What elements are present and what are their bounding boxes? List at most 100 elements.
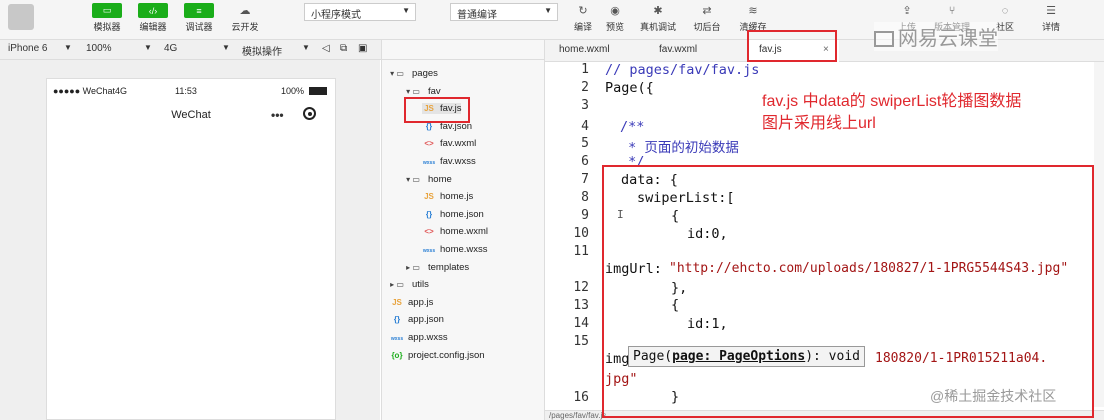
clearcache-button[interactable]: ≋ 清缓存: [738, 3, 768, 33]
tree-item-label: app.wxss: [408, 332, 448, 343]
tree-item[interactable]: {o} project.config.json: [390, 349, 485, 361]
line-number: 14: [573, 316, 589, 331]
tree-item-label: home: [428, 173, 452, 185]
chevron-down-icon: ▼: [402, 6, 410, 15]
mode-select[interactable]: 小程序模式 ▼: [304, 3, 416, 21]
preview-button[interactable]: ◉ 预览: [600, 3, 630, 33]
tree-item-label: utils: [412, 279, 429, 291]
line-number: 11: [573, 244, 589, 259]
tree-item[interactable]: ▸ ▭ templates: [402, 262, 469, 273]
line-number: 2: [581, 80, 589, 95]
editor-button[interactable]: ‹/› 编辑器: [138, 3, 168, 33]
chevron-down-icon: ▼: [302, 43, 310, 52]
tree-item-label: app.js: [408, 296, 434, 308]
line-number: 10: [573, 226, 589, 241]
compile-select[interactable]: 普通编译 ▼: [450, 3, 558, 21]
folder-icon: ▾ ▭: [406, 174, 420, 184]
tree-item-label: home.wxss: [440, 244, 488, 255]
folder-icon: ▾ ▭: [406, 86, 420, 96]
battery-label: 100%: [281, 86, 305, 96]
cloud-button[interactable]: ☁ 云开发: [230, 3, 260, 33]
json-file-icon: {}: [393, 315, 401, 325]
chevron-down-icon: ▼: [64, 43, 72, 52]
tree-item-label: home.js: [440, 191, 474, 203]
tree-item[interactable]: wxss app.wxss: [390, 332, 448, 343]
tree-item[interactable]: {} home.json: [422, 209, 484, 220]
line-number: 4: [581, 119, 589, 134]
wxss-file-icon: wxss: [390, 336, 404, 342]
watermark-logo: 网易云课堂: [874, 22, 998, 51]
tree-item-label: fav.wxml: [440, 138, 477, 150]
line-number: 7: [581, 172, 589, 187]
line-number: 1: [581, 62, 589, 77]
chat-icon: ◌: [1001, 4, 1009, 17]
highlight-fav-js-tab: [747, 30, 837, 62]
carrier-label: ●●●●● WeChat4G: [53, 86, 128, 96]
line-number: 6: [581, 154, 589, 169]
tree-item-label: app.json: [408, 314, 444, 326]
annotation-text: fav.js 中data的 swiperList轮播图数据 图片采用线上url: [762, 93, 1022, 132]
window-icon[interactable]: ▣: [358, 43, 367, 54]
close-icon[interactable]: [303, 107, 316, 120]
more-icon[interactable]: •••: [271, 108, 284, 122]
wxml-file-icon: <>: [424, 227, 434, 237]
wxss-file-icon: wxss: [422, 248, 436, 254]
code-line: * 页面的初始数据: [620, 140, 739, 156]
tree-item[interactable]: ▾ ▭ fav: [402, 86, 441, 97]
watermark-bottom: @稀土掘金技术社区: [930, 388, 1057, 404]
tab-fav-wxml[interactable]: fav.wxml: [659, 44, 697, 55]
zoom-select[interactable]: 100%: [86, 43, 112, 54]
json-file-icon: {}: [425, 121, 433, 131]
upload-icon: ⇪: [902, 5, 912, 17]
tab-home-wxml[interactable]: home.wxml: [559, 44, 610, 55]
copy-icon[interactable]: ⧉: [340, 43, 347, 54]
simulator-button[interactable]: ▭ 模拟器: [92, 3, 122, 33]
operation-select[interactable]: 模拟操作: [242, 43, 282, 58]
js-file-icon: JS: [392, 297, 402, 307]
background-button[interactable]: ⇄ 切后台: [692, 3, 722, 33]
code-line: Page({: [605, 80, 654, 96]
tree-item-label: templates: [428, 261, 470, 273]
tree-item[interactable]: <> home.wxml: [422, 226, 488, 237]
details-button[interactable]: ☰ 详情: [1036, 3, 1066, 33]
avatar[interactable]: [8, 4, 34, 30]
chevron-down-icon: ▼: [222, 43, 230, 52]
time-label: 11:53: [175, 86, 197, 96]
line-number: 13: [573, 298, 589, 313]
chevron-down-icon: ▼: [544, 6, 552, 15]
line-number: 12: [573, 280, 589, 295]
tree-item[interactable]: wxss home.wxss: [422, 244, 488, 255]
line-number: 8: [581, 190, 589, 205]
realdebug-button[interactable]: ✱ 真机调试: [640, 3, 676, 33]
tree-item-label: fav: [428, 85, 441, 97]
tree-item-label: fav.wxss: [440, 156, 476, 167]
compile-button[interactable]: ↻ 编译: [568, 3, 598, 33]
menu-icon: ☰: [1046, 5, 1056, 17]
tree-item[interactable]: {} app.json: [390, 314, 444, 325]
capsule-menu[interactable]: •••: [263, 105, 325, 125]
scrollbar[interactable]: [1094, 62, 1104, 407]
device-select[interactable]: iPhone 6: [8, 43, 47, 54]
tree-item[interactable]: <> fav.wxml: [422, 138, 476, 149]
phone-icon: ▭: [92, 3, 122, 18]
tree-item[interactable]: wxss fav.wxss: [422, 156, 476, 167]
tree-item-label: project.config.json: [408, 349, 485, 361]
tree-item[interactable]: ▾ ▭ home: [402, 174, 452, 185]
tree-item-label: pages: [412, 68, 438, 79]
tree-item[interactable]: JS app.js: [390, 297, 433, 308]
tree-item[interactable]: ▸ ▭ utils: [386, 279, 429, 290]
branch-icon: ⑂: [948, 4, 956, 17]
file-tree-header: [382, 40, 544, 60]
tree-item[interactable]: JS home.js: [422, 191, 473, 202]
config-file-icon: {o}: [391, 350, 403, 360]
tree-item-label: home.json: [440, 208, 484, 220]
js-file-icon: JS: [424, 192, 434, 202]
network-select[interactable]: 4G: [164, 43, 177, 54]
debugger-button[interactable]: ≡ 调试器: [184, 3, 214, 33]
folder-icon: ▸ ▭: [406, 262, 420, 272]
code-icon: ‹/›: [138, 3, 168, 18]
highlight-data-block: [602, 165, 1094, 418]
tree-item[interactable]: ▾ ▭ pages: [386, 68, 438, 79]
wxss-file-icon: wxss: [422, 160, 436, 166]
volume-icon[interactable]: ◁: [322, 43, 330, 54]
